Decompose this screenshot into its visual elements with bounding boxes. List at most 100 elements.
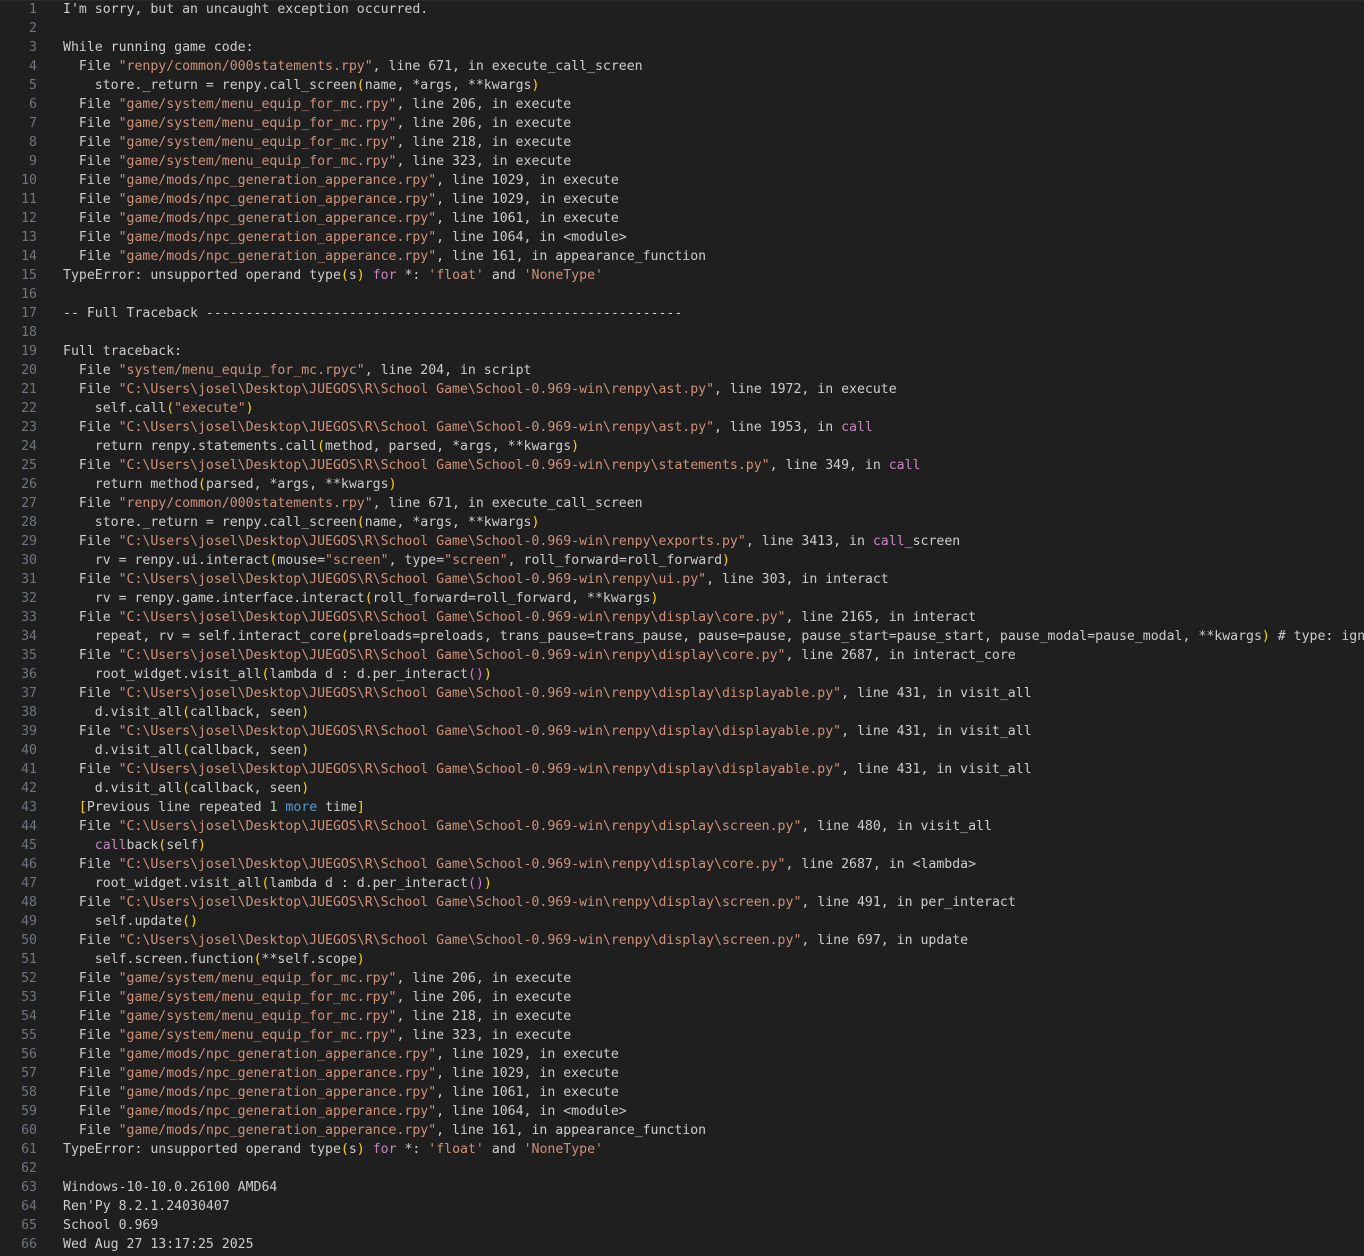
code-line[interactable]: 1 I'm sorry, but an uncaught exception oc… [0, 0, 1364, 19]
line-number: 25 [21, 458, 37, 473]
code-line[interactable]: 14 File "game/mods/npc_generation_appera… [0, 247, 1364, 266]
code-line[interactable]: 53 File "game/system/menu_equip_for_mc.r… [0, 988, 1364, 1007]
code-line[interactable]: 5 store._return = renpy.call_screen(name… [0, 76, 1364, 95]
code-line[interactable]: 47 root_widget.visit_all (lambda d : d.pe… [0, 874, 1364, 893]
code-line[interactable]: 9 File "game/system/menu_equip_for_mc.rp… [0, 152, 1364, 171]
code-line[interactable]: 46 File "C:\Users\josel\Desktop\JUEGOS\R… [0, 855, 1364, 874]
code-line[interactable]: 62 [0, 1159, 1364, 1178]
token: ( [340, 1142, 349, 1157]
code-line[interactable]: 56 File "game/mods/npc_generation_appera… [0, 1045, 1364, 1064]
token: File [63, 1066, 119, 1081]
line-text: File "C:\Users\josel\Desktop\JUEGOS\R\Sc… [37, 418, 1364, 437]
token: Wed Aug 27 13:17:25 2025 [63, 1237, 254, 1252]
code-line[interactable]: 19 Full traceback: [0, 342, 1364, 361]
code-line[interactable]: 8 File "game/system/menu_equip_for_mc.rp… [0, 133, 1364, 152]
token: "C:\Users\josel\Desktop\JUEGOS\R\School … [118, 686, 842, 701]
code-line[interactable]: 20 File "system/menu_equip_for_mc.rpyc",… [0, 361, 1364, 380]
code-line[interactable]: 30 rv = renpy.ui.interact(mouse="screen"… [0, 551, 1364, 570]
code-line[interactable]: 25 File "C:\Users\josel\Desktop\JUEGOS\R… [0, 456, 1364, 475]
code-line[interactable]: 58 File "game/mods/npc_generation_appera… [0, 1083, 1364, 1102]
code-line[interactable]: 52 File "game/system/menu_equip_for_mc.r… [0, 969, 1364, 988]
code-line[interactable]: 17 -- Full Traceback --------------------… [0, 304, 1364, 323]
token: more [285, 800, 318, 815]
token: Ren'Py 8.2.1.24030407 [63, 1199, 230, 1214]
code-line[interactable]: 64 Ren'Py 8.2.1.24030407 [0, 1197, 1364, 1216]
line-text: d.visit_all(callback, seen) [37, 779, 1364, 798]
code-line[interactable]: 37 File "C:\Users\josel\Desktop\JUEGOS\R… [0, 684, 1364, 703]
code-line[interactable]: 7 File "game/system/menu_equip_for_mc.rp… [0, 114, 1364, 133]
code-line[interactable]: 2 [0, 19, 1364, 38]
token: File [63, 382, 119, 397]
code-line[interactable]: 33 File "C:\Users\josel\Desktop\JUEGOS\R… [0, 608, 1364, 627]
token: "game/mods/npc_generation_apperance.rpy" [118, 173, 437, 188]
code-line[interactable]: 45 callback(self) [0, 836, 1364, 855]
code-line[interactable]: 65 School 0.969 [0, 1216, 1364, 1235]
token: File [63, 819, 119, 834]
code-line[interactable]: 18 [0, 323, 1364, 342]
token: File [63, 971, 119, 986]
code-line[interactable]: 43 [Previous line repeated 1 more time] [0, 798, 1364, 817]
code-line[interactable]: 34 repeat, rv = self.interact_core(prelo… [0, 627, 1364, 646]
code-line[interactable]: 57 File "game/mods/npc_generation_appera… [0, 1064, 1364, 1083]
code-line[interactable]: 6 File "game/system/menu_equip_for_mc.rp… [0, 95, 1364, 114]
code-line[interactable]: 38 d.visit_all(callback, seen) [0, 703, 1364, 722]
token: File [63, 1028, 119, 1043]
token: "game/system/menu_equip_for_mc.rpy" [118, 990, 397, 1005]
token: "C:\Users\josel\Desktop\JUEGOS\R\School … [118, 762, 842, 777]
code-line[interactable]: 39 File "C:\Users\josel\Desktop\JUEGOS\R… [0, 722, 1364, 741]
code-line[interactable]: 44 File "C:\Users\josel\Desktop\JUEGOS\R… [0, 817, 1364, 836]
code-line[interactable]: 42 d.visit_all(callback, seen) [0, 779, 1364, 798]
code-line[interactable]: 48 File "C:\Users\josel\Desktop\JUEGOS\R… [0, 893, 1364, 912]
code-line[interactable]: 22 self.call("execute") [0, 399, 1364, 418]
line-text: File "C:\Users\josel\Desktop\JUEGOS\R\Sc… [37, 760, 1364, 779]
code-line[interactable]: 60 File "game/mods/npc_generation_appera… [0, 1121, 1364, 1140]
token: 'NoneType' [523, 268, 603, 283]
code-line[interactable]: 16 [0, 285, 1364, 304]
token: "system/menu_equip_for_mc.rpyc" [118, 363, 365, 378]
code-line[interactable]: 26 return method(parsed, *args, **kwargs… [0, 475, 1364, 494]
line-text: File "C:\Users\josel\Desktop\JUEGOS\R\Sc… [37, 456, 1364, 475]
code-line[interactable]: 24 return renpy.statements.call(method, … [0, 437, 1364, 456]
code-line[interactable]: 13 File "game/mods/npc_generation_appera… [0, 228, 1364, 247]
code-line[interactable]: 29 File "C:\Users\josel\Desktop\JUEGOS\R… [0, 532, 1364, 551]
token: , line 2687, in <lambda> [785, 857, 977, 872]
line-number: 27 [21, 496, 37, 511]
code-line[interactable]: 49 self.update() [0, 912, 1364, 931]
code-line[interactable]: 51 self.screen.function(**self.scope) [0, 950, 1364, 969]
code-line[interactable]: 59 File "game/mods/npc_generation_appera… [0, 1102, 1364, 1121]
code-line[interactable]: 55 File "game/system/menu_equip_for_mc.r… [0, 1026, 1364, 1045]
code-line[interactable]: 3 While running game code: [0, 38, 1364, 57]
line-number: 61 [21, 1142, 37, 1157]
code-line[interactable]: 31 File "C:\Users\josel\Desktop\JUEGOS\R… [0, 570, 1364, 589]
token: , line 206, in execute [396, 990, 572, 1005]
code-line[interactable]: 28 store._return = renpy.call_screen(nam… [0, 513, 1364, 532]
token: ) [531, 515, 540, 530]
code-line[interactable]: 4 File "renpy/common/000statements.rpy",… [0, 57, 1364, 76]
code-line[interactable]: 40 d.visit_all(callback, seen) [0, 741, 1364, 760]
line-text: TypeError: unsupported operand type(s) f… [37, 1140, 1364, 1159]
code-line[interactable]: 61 TypeError: unsupported operand type(s)… [0, 1140, 1364, 1159]
code-line[interactable]: 36 root_widget.visit_all (lambda d : d.pe… [0, 665, 1364, 684]
token: method, parsed, *args, **kwargs [325, 439, 572, 454]
code-line[interactable]: 50 File "C:\Users\josel\Desktop\JUEGOS\R… [0, 931, 1364, 950]
token: , line 431, in visit_all [841, 724, 1032, 739]
code-line[interactable]: 12 File "game/mods/npc_generation_appera… [0, 209, 1364, 228]
code-line[interactable]: 11 File "game/mods/npc_generation_appera… [0, 190, 1364, 209]
code-line[interactable]: 10 File "game/mods/npc_generation_appera… [0, 171, 1364, 190]
code-line[interactable]: 32 rv = renpy.game.interface.interact(ro… [0, 589, 1364, 608]
code-line[interactable]: 27 File "renpy/common/000statements.rpy"… [0, 494, 1364, 513]
code-editor[interactable]: 1 I'm sorry, but an uncaught exception oc… [0, 0, 1364, 1256]
line-number: 57 [21, 1066, 37, 1081]
code-line[interactable]: 35 File "C:\Users\josel\Desktop\JUEGOS\R… [0, 646, 1364, 665]
line-number: 49 [21, 914, 37, 929]
code-line[interactable]: 41 File "C:\Users\josel\Desktop\JUEGOS\R… [0, 760, 1364, 779]
token: callback, seen [190, 705, 302, 720]
code-line[interactable]: 15 TypeError: unsupported operand type(s)… [0, 266, 1364, 285]
code-line[interactable]: 21 File "C:\Users\josel\Desktop\JUEGOS\R… [0, 380, 1364, 399]
code-line[interactable]: 23 File "C:\Users\josel\Desktop\JUEGOS\R… [0, 418, 1364, 437]
token: self.update [63, 914, 183, 929]
code-line[interactable]: 54 File "game/system/menu_equip_for_mc.r… [0, 1007, 1364, 1026]
code-line[interactable]: 63 Windows-10-10.0.26100 AMD64 [0, 1178, 1364, 1197]
code-line[interactable]: 66 Wed Aug 27 13:17:25 2025 [0, 1235, 1364, 1254]
token: self.screen.function [63, 952, 254, 967]
